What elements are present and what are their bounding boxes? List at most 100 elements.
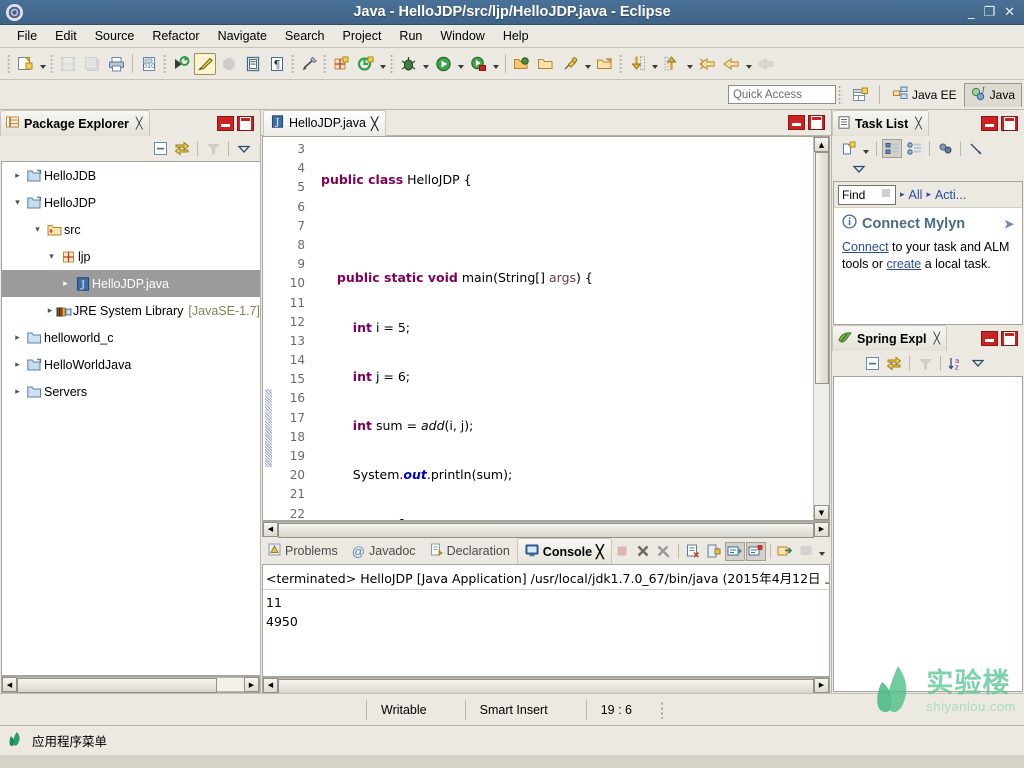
filter-all-caret-icon[interactable]: ▸ — [900, 190, 905, 200]
show-console-on-output-icon[interactable] — [724, 541, 745, 561]
remove-all-launches-icon[interactable] — [654, 542, 674, 561]
next-annotation-arrow[interactable] — [649, 54, 660, 74]
tab-declaration[interactable]: Declaration — [423, 539, 517, 563]
collapse-all-icon[interactable] — [862, 354, 882, 373]
task-list-body[interactable]: Find ▸ All ▸ Acti... Connect Mylyn ➤ Con… — [833, 181, 1023, 325]
perspective-grip[interactable] — [837, 84, 842, 105]
status-grip[interactable] — [659, 700, 665, 719]
expand-twisty-collapsed-icon[interactable]: ▸ — [10, 171, 25, 181]
collapse-all-icon[interactable] — [150, 139, 170, 158]
back-icon[interactable] — [696, 53, 718, 75]
perspective-java-ee[interactable]: Java EE — [886, 83, 964, 107]
menu-window[interactable]: Window — [431, 27, 493, 45]
open-perspective-icon[interactable] — [850, 84, 872, 106]
console-hscrollbar[interactable]: ◀ ▶ — [262, 677, 830, 694]
tab-spring-explorer[interactable]: Spring Expl ╳ — [832, 325, 948, 351]
toolbar-grip[interactable] — [163, 53, 167, 74]
show-whitespace-icon[interactable]: ¶ — [266, 53, 288, 75]
tree-item-helloworldjava[interactable]: ▸ HelloWorldJava — [2, 351, 260, 378]
new-annotation-icon[interactable] — [354, 53, 376, 75]
tab-package-explorer[interactable]: Package Explorer ╳ — [0, 110, 150, 136]
tree-item-hellojdp-java[interactable]: ▸ J HelloJDP.java — [2, 270, 260, 297]
minimize-view-button[interactable] — [981, 330, 998, 346]
desktop-taskbar[interactable]: 应用程序菜单 — [0, 725, 1024, 755]
debug-skip-icon[interactable] — [170, 53, 192, 75]
menubar[interactable]: File Edit Source Refactor Navigate Searc… — [0, 25, 1024, 48]
scroll-right-arrow[interactable]: ▶ — [814, 521, 829, 537]
tree-item-hellojdp[interactable]: ▾ HelloJDP — [2, 189, 260, 216]
tab-console[interactable]: Console ╳ — [516, 538, 612, 564]
view-menu-icon[interactable] — [852, 164, 866, 178]
scroll-right-arrow[interactable]: ▶ — [814, 677, 829, 693]
menu-run[interactable]: Run — [390, 27, 431, 45]
tree-item-hellojdb[interactable]: ▸ HelloJDB — [2, 162, 260, 189]
spring-explorer-body[interactable] — [833, 376, 1023, 692]
applications-menu-icon[interactable] — [8, 731, 24, 750]
run-dropdown-arrow[interactable] — [455, 54, 466, 74]
next-annotation-icon[interactable] — [626, 53, 648, 75]
expand-twisty-collapsed-icon[interactable]: ▸ — [58, 279, 73, 289]
tab-problems[interactable]: Problems — [261, 539, 345, 563]
scroll-track[interactable] — [17, 677, 244, 693]
scroll-thumb[interactable] — [278, 522, 814, 538]
connect-link[interactable]: Connect — [842, 240, 889, 254]
open-resource-icon[interactable] — [511, 53, 533, 75]
menu-help[interactable]: Help — [494, 27, 538, 45]
editor-code-text[interactable]: public class HelloJDP { public static vo… — [307, 137, 813, 520]
run-icon[interactable] — [432, 53, 454, 75]
forward-dropdown-arrow[interactable] — [743, 54, 754, 74]
toolbar-grip[interactable] — [291, 53, 295, 74]
focus-on-workweek-icon[interactable] — [935, 139, 955, 158]
scroll-thumb[interactable] — [278, 678, 814, 694]
task-find-bar[interactable]: Find ▸ All ▸ Acti... — [834, 182, 1022, 208]
clear-find-icon[interactable] — [880, 187, 892, 202]
tab-task-list[interactable]: Task List ╳ — [832, 110, 929, 136]
expand-twisty-collapsed-icon[interactable]: ▸ — [44, 306, 56, 316]
link-with-editor-icon[interactable] — [172, 139, 192, 158]
clear-console-icon[interactable] — [683, 542, 703, 561]
toolbar-grip[interactable] — [390, 53, 394, 74]
console-output[interactable]: 11 4950 — [263, 590, 829, 676]
expand-twisty-collapsed-icon[interactable]: ▸ — [10, 387, 25, 397]
maximize-view-button[interactable] — [1001, 115, 1018, 131]
search-icon[interactable] — [594, 53, 616, 75]
open-console-icon[interactable] — [775, 542, 795, 561]
link-editor-icon[interactable] — [298, 53, 320, 75]
view-menu-icon[interactable] — [968, 354, 988, 373]
new-wizard-icon[interactable] — [14, 53, 36, 75]
close-icon[interactable]: ╳ — [596, 544, 604, 559]
maximize-icon[interactable]: ❐ — [983, 6, 995, 19]
scroll-left-arrow[interactable]: ◀ — [263, 521, 278, 537]
editor-hscrollbar[interactable]: ◀ ▶ — [262, 521, 830, 538]
tab-javadoc[interactable]: @ Javadoc — [345, 539, 423, 563]
maximize-view-button[interactable] — [237, 115, 254, 131]
task-find-input[interactable]: Find — [838, 184, 896, 205]
perspective-java[interactable]: J Java — [963, 82, 1022, 107]
scroll-lock-icon[interactable] — [704, 542, 724, 561]
expand-twisty-collapsed-icon[interactable]: ▸ — [10, 333, 25, 343]
collapse-twisty-expanded-icon[interactable]: ▾ — [44, 252, 59, 262]
open-console-arrow[interactable] — [817, 541, 828, 561]
open-folder-icon[interactable] — [535, 53, 557, 75]
toolbar-grip[interactable] — [50, 53, 54, 74]
menu-search[interactable]: Search — [276, 27, 334, 45]
tree-item-jre-system-library[interactable]: ▸ JRE System Library [JavaSE-1.7] — [2, 297, 260, 324]
quick-access-input[interactable]: Quick Access — [727, 85, 836, 104]
package-explorer-hscrollbar[interactable]: ◀ ▶ — [1, 676, 260, 693]
task-filter-active[interactable]: Acti... — [935, 188, 966, 202]
console-body[interactable]: <terminated> HelloJDP [Java Application]… — [262, 564, 830, 677]
close-icon[interactable]: ╳ — [933, 332, 940, 345]
filter-active-caret-icon[interactable]: ▸ — [926, 190, 931, 200]
pin-console-icon[interactable] — [745, 541, 766, 561]
tree-item-servers[interactable]: ▸ Servers — [2, 378, 260, 405]
applications-menu-label[interactable]: 应用程序菜单 — [32, 731, 107, 750]
pin-icon[interactable] — [559, 53, 581, 75]
create-link[interactable]: create — [886, 257, 921, 271]
build-all-icon[interactable]: 010 — [138, 53, 160, 75]
quick-access-row[interactable]: Quick Access Java EE J Java — [0, 80, 1024, 110]
open-type-icon[interactable] — [242, 53, 264, 75]
toolbar-grip[interactable] — [323, 53, 327, 74]
new-java-class-icon[interactable] — [330, 53, 352, 75]
scroll-left-arrow[interactable]: ◀ — [2, 677, 17, 692]
tree-item-helloworld-c[interactable]: ▸ helloworld_c — [2, 324, 260, 351]
